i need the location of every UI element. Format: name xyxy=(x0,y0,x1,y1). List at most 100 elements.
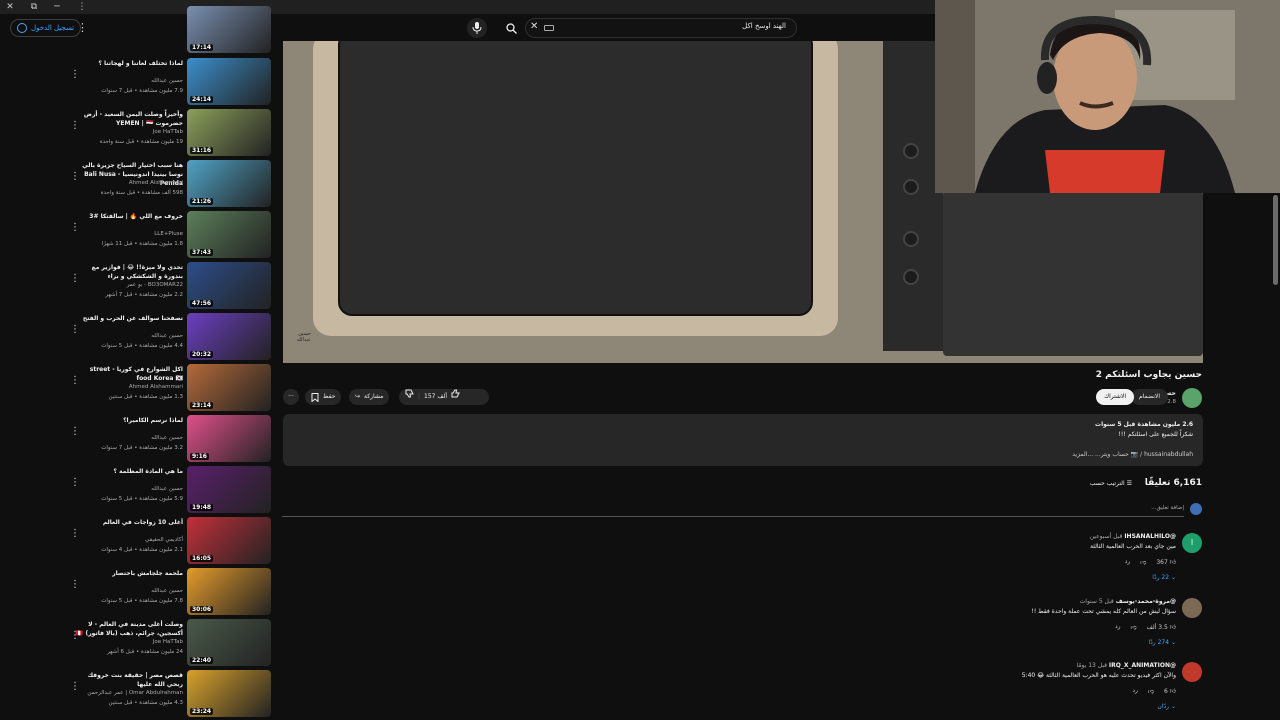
video-options-icon[interactable]: ⋮ xyxy=(70,324,80,335)
video-thumbnail[interactable]: 19:48 xyxy=(187,466,271,513)
tv-knob xyxy=(903,231,919,247)
comment-like-button[interactable]: 👍︎ 6 xyxy=(1164,687,1176,695)
comment-reply-button[interactable]: رد xyxy=(1125,558,1131,566)
replies-count: 22 ردًا xyxy=(1152,574,1170,581)
recommended-video[interactable]: ⋮ هنا سبب اختيار السياح جزيرة بالي نوسا ب… xyxy=(60,157,275,208)
recommended-video[interactable]: ⋮ 17:14 xyxy=(60,6,275,55)
comment-like-count: 367 xyxy=(1156,559,1168,566)
video-thumbnail[interactable]: 37:43 xyxy=(187,211,271,258)
recommended-video-channel: LLE+Pluse xyxy=(154,231,183,237)
comment: @IRQ_X_ANIMATION قبل 13 يومًا والآن اكثر … xyxy=(602,662,1202,720)
more-actions-button[interactable]: ··· xyxy=(283,389,299,405)
video-thumbnail[interactable]: 31:16 xyxy=(187,109,271,156)
minimize-window-icon[interactable]: ─ xyxy=(50,1,64,13)
view-replies-button[interactable]: ⌄ 274 ردًا xyxy=(1148,639,1176,646)
sort-comments-button[interactable]: ☰ الترتيب حسب xyxy=(1090,480,1132,487)
video-options-icon[interactable]: ⋮ xyxy=(70,477,80,488)
dislike-button[interactable] xyxy=(405,389,414,405)
description-box[interactable]: 2.6 مليون مشاهدة قبل 5 سنوات شكراً للجمي… xyxy=(283,414,1203,466)
comment-like-button[interactable]: 👍︎ 3.5 ألف xyxy=(1147,623,1176,631)
recommended-video[interactable]: ⋮ خروف مع اللي 🔥 | سالفتكا #3 LLE+Pluse 1.8… xyxy=(60,208,275,259)
comment-author[interactable]: @مروة-محمد-يوسف xyxy=(1116,598,1176,605)
recommended-video[interactable]: ⋮ ما هي المادة المظلمة ؟ حسين عبدالله 5.9 م… xyxy=(60,463,275,514)
comment-text: مين جاي بعد الحرب العالمية الثالثة xyxy=(1090,543,1176,550)
recommended-video[interactable]: ⋮ تحدي ولا ميزة!! 😂 | فوازير مع بندورة و … xyxy=(60,259,275,310)
comment-author-avatar[interactable]: I xyxy=(1182,533,1202,553)
comment-like-button[interactable]: 👍︎ 367 xyxy=(1156,558,1176,566)
chevron-down-icon: ⌄ xyxy=(1170,574,1176,581)
video-thumbnail[interactable]: 30:06 xyxy=(187,568,271,615)
video-thumbnail[interactable]: 20:32 xyxy=(187,313,271,360)
video-options-icon[interactable]: ⋮ xyxy=(70,222,80,233)
video-thumbnail[interactable]: 17:14 xyxy=(187,6,271,53)
recommended-video[interactable]: ⋮ لماذا نرسم الكاميرا؟ حسين عبدالله 3.2 ملي… xyxy=(60,412,275,463)
video-thumbnail[interactable]: 16:05 xyxy=(187,517,271,564)
recommended-video-meta: 7.9 مليون مشاهدة • قبل 7 سنوات xyxy=(101,88,183,94)
recommended-video[interactable]: ⋮ قصص مصر | حقيقة بنت خروفك ربحي الله علي… xyxy=(60,667,275,718)
comment-author-avatar[interactable] xyxy=(1182,598,1202,618)
current-user-avatar xyxy=(1190,503,1202,515)
signin-button[interactable]: تسجيل الدخول xyxy=(10,19,82,37)
recommended-video[interactable]: ⋮ تصفحنا سوالف عن الحرب و الفتح حسين عبدال… xyxy=(60,310,275,361)
recommended-video[interactable]: ⋮ وأخيراً وصلت اليمن السعيد - أرض حضرموت … xyxy=(60,106,275,157)
recommended-video[interactable]: ⋮ لماذا تختلف لغاتنا و لهجاتنا ؟ حسين عبدا… xyxy=(60,55,275,106)
join-button[interactable]: الانضمام xyxy=(1131,389,1168,405)
search-input[interactable]: ✕ الهند اوسخ اكل xyxy=(525,18,797,38)
comment-reply-button[interactable]: رد xyxy=(1132,687,1138,695)
search-icon xyxy=(505,22,517,34)
view-replies-button[interactable]: ⌄ 22 ردًا xyxy=(1152,574,1176,581)
webcam-overlay xyxy=(935,0,1280,193)
video-duration: 22:40 xyxy=(190,657,214,664)
comment-author-avatar[interactable] xyxy=(1182,662,1202,682)
share-button[interactable]: ↪ مشاركة xyxy=(349,389,390,405)
comment-like-count: 6 xyxy=(1163,688,1168,695)
add-comment-input[interactable]: إضافة تعليق... xyxy=(1151,505,1184,511)
recommended-video[interactable]: ⋮ أغلى 10 زواجات في العالم أكاديمي الحقيقي… xyxy=(60,514,275,565)
subscribe-button[interactable]: الاشتراك xyxy=(1096,389,1134,405)
video-options-icon[interactable]: ⋮ xyxy=(70,69,80,80)
video-options-icon[interactable]: ⋮ xyxy=(70,528,80,539)
video-thumbnail[interactable]: 22:40 xyxy=(187,619,271,666)
recommended-video[interactable]: ⋮ ملحمة جلجامش باختصار حسين عبدالله 7.8 ملي… xyxy=(60,565,275,616)
keyboard-icon[interactable] xyxy=(544,25,554,31)
search-button[interactable] xyxy=(501,18,521,38)
page-scrollbar[interactable] xyxy=(1273,195,1278,285)
comment-time: قبل 5 سنوات xyxy=(1079,598,1114,605)
video-thumbnail[interactable]: 23:14 xyxy=(187,364,271,411)
like-divider: | xyxy=(418,393,421,400)
video-thumbnail[interactable]: 47:56 xyxy=(187,262,271,309)
recommended-video-title: لماذا تختلف لغاتنا و لهجاتنا ؟ xyxy=(98,60,183,67)
recommendations-list: ⋮ 17:14 ⋮ لماذا تختلف لغاتنا و لهجاتنا ؟ حسي… xyxy=(60,6,275,718)
video-thumbnail[interactable]: 23:24 xyxy=(187,670,271,717)
comment-dislike-icon[interactable]: 👎︎ xyxy=(1148,687,1154,695)
close-window-icon[interactable]: ✕ xyxy=(3,1,17,13)
voice-search-button[interactable] xyxy=(467,18,487,38)
description-line: شكراً للجميع على اسئلتكم !!! xyxy=(1118,431,1194,438)
settings-menu-icon[interactable]: ⋮ xyxy=(77,21,88,34)
recommended-video-channel: BO3OMAR22 - بو عمر xyxy=(126,282,183,288)
comment-reply-button[interactable]: رد xyxy=(1115,623,1121,631)
video-options-icon[interactable]: ⋮ xyxy=(70,579,80,590)
chevron-down-icon: ⌄ xyxy=(1170,703,1176,710)
comment-author[interactable]: @IHSANALHILO xyxy=(1124,533,1176,540)
restore-window-icon[interactable]: ⧉ xyxy=(27,1,41,13)
video-duration: 20:32 xyxy=(190,351,214,358)
comment-author[interactable]: @IRQ_X_ANIMATION xyxy=(1109,662,1176,669)
recommended-video[interactable]: ⋮ اكل الشوارع في كوريا - street food Kore… xyxy=(60,361,275,412)
clear-search-icon[interactable]: ✕ xyxy=(530,21,538,32)
window-menu-icon[interactable]: ⋮ xyxy=(75,1,89,13)
video-options-icon[interactable]: ⋮ xyxy=(70,426,80,437)
video-thumbnail[interactable]: 24:14 xyxy=(187,58,271,105)
video-thumbnail[interactable]: 9:16 xyxy=(187,415,271,462)
recommended-video-title: تصفحنا سوالف عن الحرب و الفتح xyxy=(82,315,183,322)
like-button[interactable] xyxy=(451,389,460,405)
view-replies-button[interactable]: ⌄ ردّان xyxy=(1157,703,1176,710)
tv-control-panel xyxy=(883,41,943,351)
recommended-video[interactable]: ⋮ وصلت أغلى مدينة في العالم - لا أكسجين، … xyxy=(60,616,275,667)
channel-avatar[interactable] xyxy=(1182,388,1202,408)
comment-dislike-icon[interactable]: 👎︎ xyxy=(1140,558,1146,566)
comment-dislike-icon[interactable]: 👎︎ xyxy=(1131,623,1137,631)
save-button[interactable]: حفظ xyxy=(305,389,342,405)
video-thumbnail[interactable]: 21:26 xyxy=(187,160,271,207)
description-links[interactable]: hussainabdullah / 📷 حساب ويتر... ...المز… xyxy=(1072,451,1193,458)
